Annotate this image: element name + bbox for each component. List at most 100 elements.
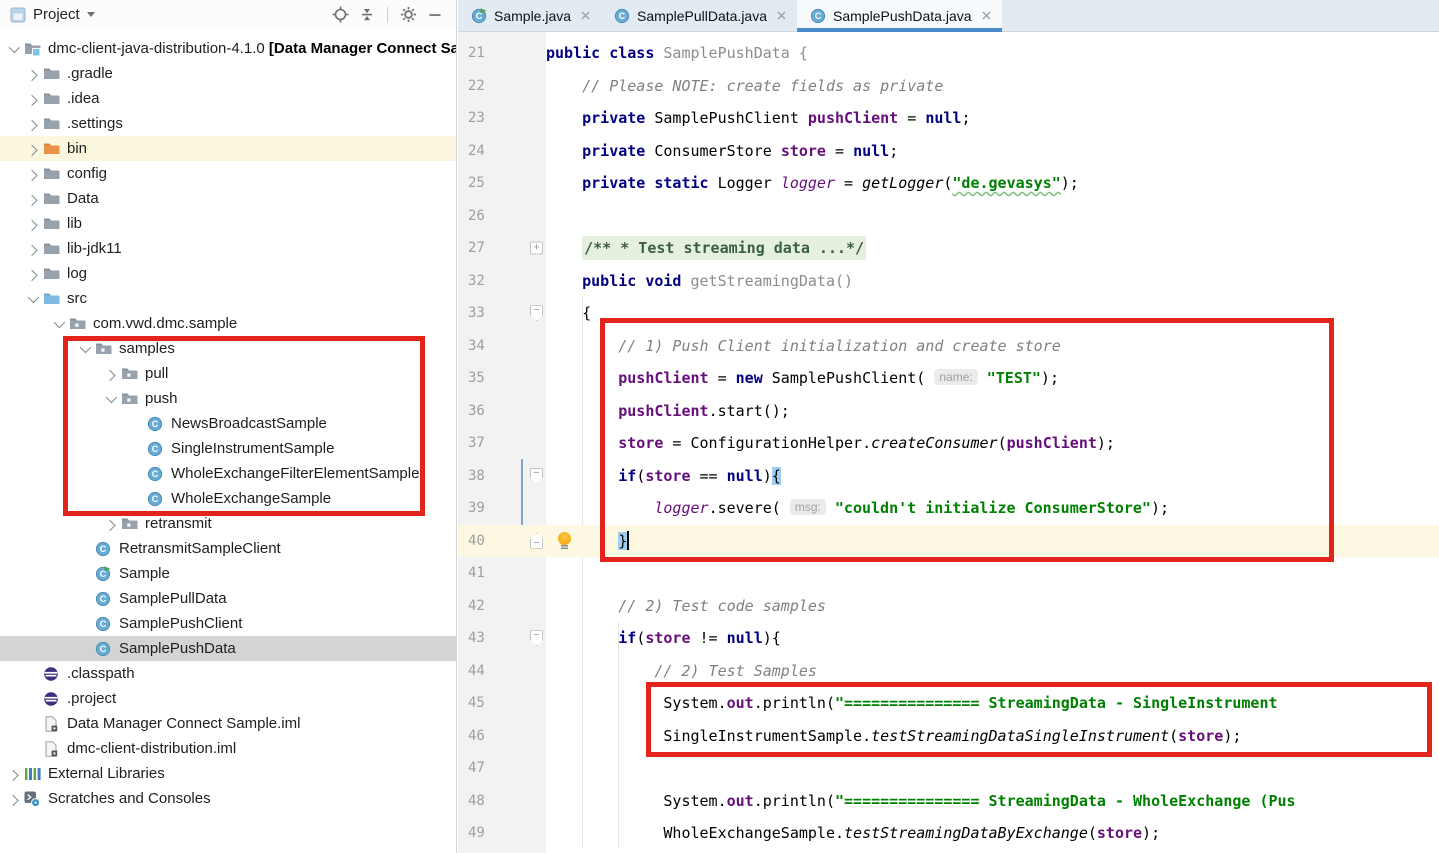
- tree-item-idea[interactable]: .idea: [0, 86, 456, 111]
- chevron-down-icon[interactable]: [73, 345, 95, 353]
- tree-item-retransmit[interactable]: retransmit: [0, 511, 456, 536]
- code-line-49[interactable]: 49 WholeExchangeSample.testStreamingData…: [458, 817, 1439, 850]
- tree-item-settings[interactable]: .settings: [0, 111, 456, 136]
- tree-item-lib[interactable]: lib: [0, 211, 456, 236]
- code-line-41[interactable]: 41: [458, 557, 1439, 590]
- chevron-right-icon[interactable]: [21, 120, 43, 128]
- code-line-46[interactable]: 46 SingleInstrumentSample.testStreamingD…: [458, 720, 1439, 753]
- code-line-37[interactable]: 37 store = ConfigurationHelper.createCon…: [458, 427, 1439, 460]
- tree-item-retransmitsampleclient[interactable]: CRetransmitSampleClient: [0, 536, 456, 561]
- code-line-40[interactable]: 40− }: [458, 525, 1439, 558]
- tree-item-label: lib-jdk11: [67, 240, 122, 257]
- chevron-down-icon[interactable]: [47, 320, 69, 328]
- code-line-36[interactable]: 36 pushClient.start();: [458, 395, 1439, 428]
- editor-body[interactable]: 21public class SamplePushData {22 // Ple…: [458, 32, 1439, 853]
- settings-button[interactable]: [399, 6, 417, 24]
- fold-marker-icon[interactable]: −: [530, 630, 543, 646]
- tree-item-pull[interactable]: pull: [0, 361, 456, 386]
- code-line-22[interactable]: 22 // Please NOTE: create fields as priv…: [458, 70, 1439, 103]
- tab-samplepushdata-java[interactable]: CSamplePushData.java: [797, 0, 1002, 31]
- tree-item-samplepushclient[interactable]: CSamplePushClient: [0, 611, 456, 636]
- fold-marker-icon[interactable]: −: [530, 533, 543, 549]
- code-line-33[interactable]: 33− {: [458, 297, 1439, 330]
- tree-item-push[interactable]: push: [0, 386, 456, 411]
- tree-item-gradle[interactable]: .gradle: [0, 61, 456, 86]
- close-tab-icon[interactable]: [980, 9, 993, 22]
- code-line-23[interactable]: 23 private SamplePushClient pushClient =…: [458, 102, 1439, 135]
- tree-item-lib-jdk11[interactable]: lib-jdk11: [0, 236, 456, 261]
- tree-item-bin[interactable]: bin: [0, 136, 456, 161]
- tree-item-singleinstrumentsample[interactable]: CSingleInstrumentSample: [0, 436, 456, 461]
- chevron-down-icon[interactable]: [87, 12, 95, 17]
- code-line-24[interactable]: 24 private ConsumerStore store = null;: [458, 135, 1439, 168]
- chevron-right-icon[interactable]: [2, 795, 24, 803]
- tree-item-project[interactable]: .project: [0, 686, 456, 711]
- code-line-32[interactable]: 32 public void getStreamingData(): [458, 265, 1439, 298]
- tree-item-wholeexchangesample[interactable]: CWholeExchangeSample: [0, 486, 456, 511]
- tree-item-samplepushdata[interactable]: CSamplePushData: [0, 636, 456, 661]
- close-tab-icon[interactable]: [775, 9, 788, 22]
- code-line-21[interactable]: 21public class SamplePushData {: [458, 37, 1439, 70]
- code-line-39[interactable]: 39 logger.severe( msg: "couldn't initial…: [458, 492, 1439, 525]
- code-line-47[interactable]: 47: [458, 752, 1439, 785]
- chevron-down-icon[interactable]: [2, 45, 24, 53]
- tree-item-sample[interactable]: CSample: [0, 561, 456, 586]
- tree-item-samplepulldata[interactable]: CSamplePullData: [0, 586, 456, 611]
- intention-bulb-icon[interactable]: [558, 532, 571, 545]
- class-icon: C: [147, 441, 164, 457]
- tree-item-config[interactable]: config: [0, 161, 456, 186]
- tree-item-samples[interactable]: samples: [0, 336, 456, 361]
- locate-button[interactable]: [331, 6, 349, 24]
- chevron-right-icon[interactable]: [99, 370, 121, 378]
- collapse-all-button[interactable]: [358, 6, 376, 24]
- tree-item-label: src: [67, 290, 87, 307]
- code-text: pushClient = new SamplePushClient( name:…: [546, 362, 1059, 395]
- class-icon: C: [95, 641, 112, 657]
- chevron-right-icon[interactable]: [99, 520, 121, 528]
- chevron-right-icon[interactable]: [21, 195, 43, 203]
- chevron-down-icon[interactable]: [99, 395, 121, 403]
- tree-item-dmc-client-java-distribution-4-1-0[interactable]: dmc-client-java-distribution-4.1.0 [Data…: [0, 36, 456, 61]
- code-line-35[interactable]: 35 pushClient = new SamplePushClient( na…: [458, 362, 1439, 395]
- chevron-right-icon[interactable]: [21, 245, 43, 253]
- code-line-43[interactable]: 43− if(store != null){: [458, 622, 1439, 655]
- code-line-45[interactable]: 45 System.out.println("=============== S…: [458, 687, 1439, 720]
- fold-marker-icon[interactable]: +: [530, 242, 543, 255]
- tree-item-log[interactable]: log: [0, 261, 456, 286]
- code-line-26[interactable]: 26: [458, 200, 1439, 233]
- code-line-48[interactable]: 48 System.out.println("=============== S…: [458, 785, 1439, 818]
- tab-sample-java[interactable]: CSample.java: [458, 0, 601, 31]
- tree-item-wholeexchangefilterelementsample[interactable]: CWholeExchangeFilterElementSample: [0, 461, 456, 486]
- chevron-right-icon[interactable]: [21, 170, 43, 178]
- tree-item-com-vwd-dmc-sample[interactable]: com.vwd.dmc.sample: [0, 311, 456, 336]
- code-line-25[interactable]: 25 private static Logger logger = getLog…: [458, 167, 1439, 200]
- chevron-down-icon[interactable]: [21, 295, 43, 303]
- panel-title[interactable]: Project: [33, 6, 80, 23]
- tree-item-newsbroadcastsample[interactable]: CNewsBroadcastSample: [0, 411, 456, 436]
- tree-item-src[interactable]: src: [0, 286, 456, 311]
- code-line-34[interactable]: 34 // 1) Push Client initialization and …: [458, 330, 1439, 363]
- chevron-right-icon[interactable]: [21, 145, 43, 153]
- code-line-44[interactable]: 44 // 2) Test Samples: [458, 655, 1439, 688]
- code-lines: 21public class SamplePushData {22 // Ple…: [458, 37, 1439, 850]
- chevron-right-icon[interactable]: [21, 70, 43, 78]
- code-line-38[interactable]: 38− if(store == null){: [458, 460, 1439, 493]
- tree-item-classpath[interactable]: .classpath: [0, 661, 456, 686]
- tree-item-dmc-client-distribution-iml[interactable]: dmc-client-distribution.iml: [0, 736, 456, 761]
- code-line-27[interactable]: 27+ /** * Test streaming data ...*/: [458, 232, 1439, 265]
- chevron-right-icon[interactable]: [21, 95, 43, 103]
- fold-marker-icon[interactable]: −: [530, 305, 543, 321]
- chevron-right-icon[interactable]: [21, 220, 43, 228]
- tree-item-external-libraries[interactable]: External Libraries: [0, 761, 456, 786]
- fold-marker-icon[interactable]: −: [530, 468, 543, 484]
- code-line-42[interactable]: 42 // 2) Test code samples: [458, 590, 1439, 623]
- package-icon: [121, 391, 138, 407]
- hide-button[interactable]: [426, 6, 444, 24]
- close-tab-icon[interactable]: [579, 9, 592, 22]
- tree-item-data-manager-connect-sample-iml[interactable]: Data Manager Connect Sample.iml: [0, 711, 456, 736]
- tab-samplepulldata-java[interactable]: CSamplePullData.java: [601, 0, 797, 31]
- tree-item-scratches-and-consoles[interactable]: Scratches and Consoles: [0, 786, 456, 811]
- chevron-right-icon[interactable]: [21, 270, 43, 278]
- chevron-right-icon[interactable]: [2, 770, 24, 778]
- tree-item-data[interactable]: Data: [0, 186, 456, 211]
